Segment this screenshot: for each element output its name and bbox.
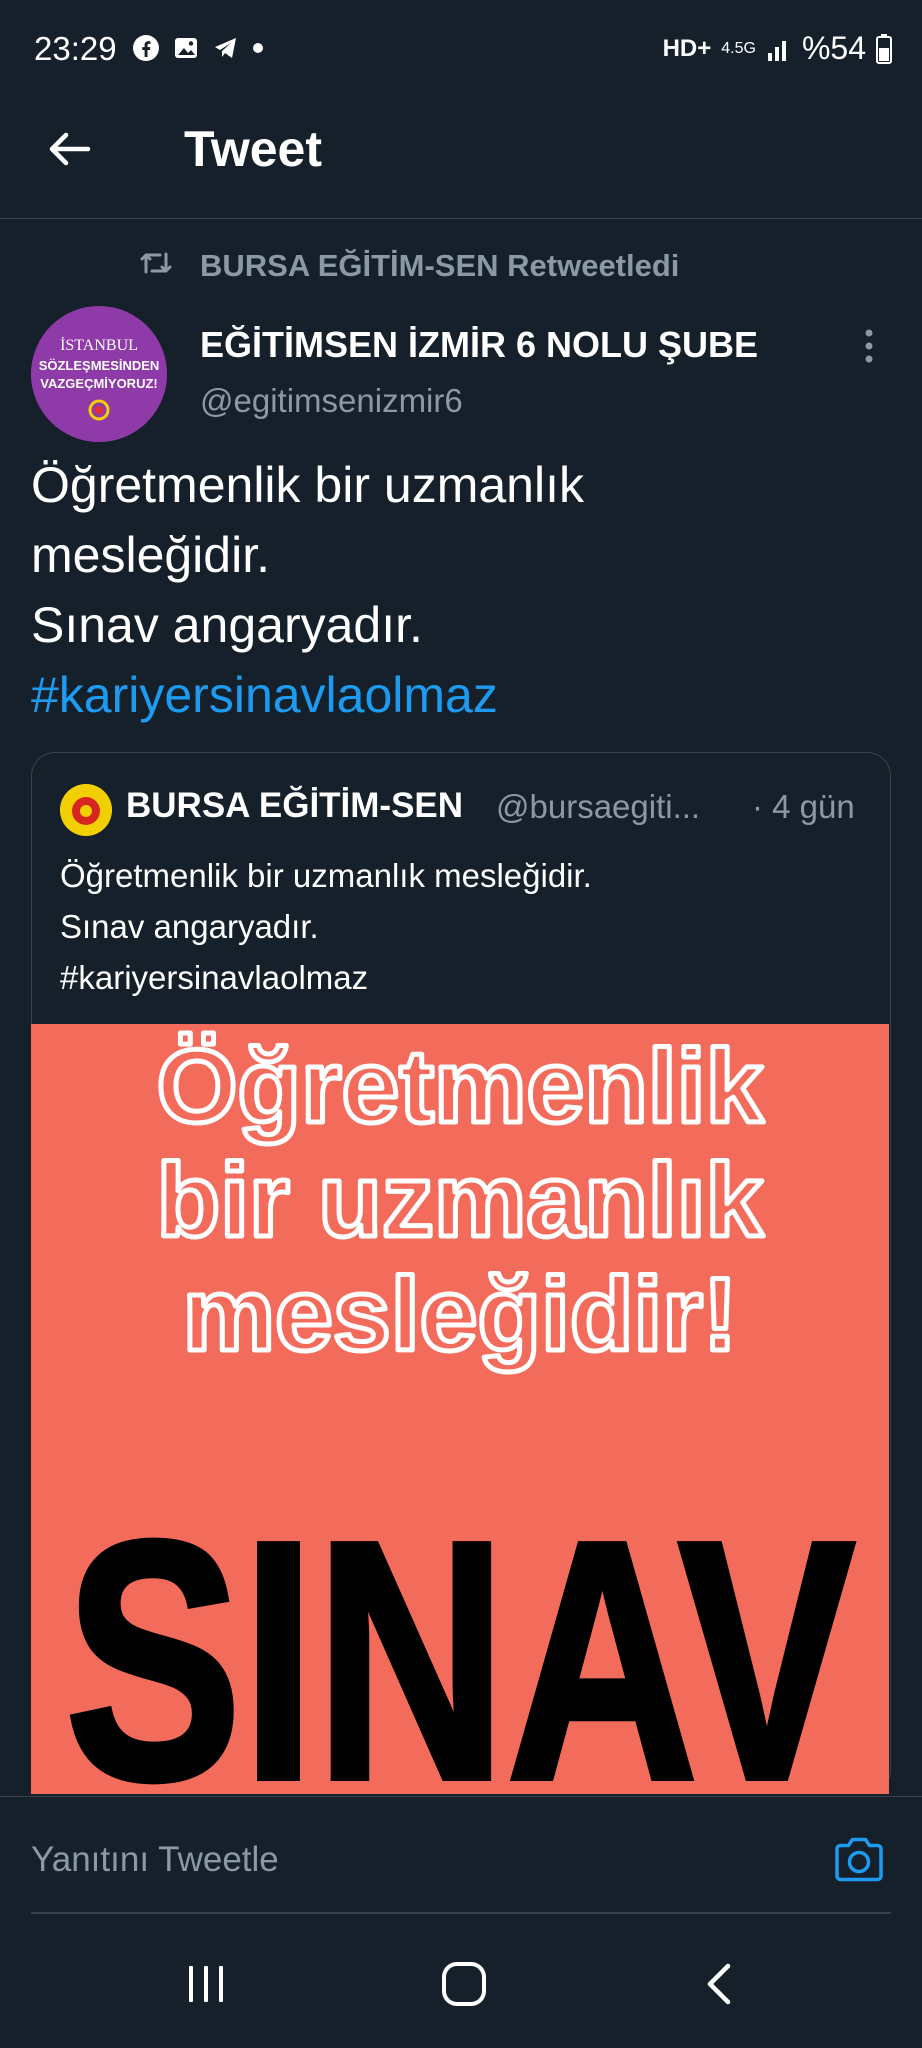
dot-icon [253,43,263,53]
more-options-icon[interactable] [862,328,876,364]
telegram-icon [215,38,236,58]
author-name[interactable]: EĞİTİMSEN İZMİR 6 NOLU ŞUBE [200,324,758,366]
camera-icon[interactable] [832,1834,886,1884]
quote-media-image[interactable]: Öğretmenlik bir uzmanlık mesleğidir! SIN… [31,1024,889,1794]
poster-line-3: mesleğidir! [183,1257,738,1373]
status-notification-icons [132,34,264,62]
avatar-text-3: VAZGEÇMİYORUZ! [40,376,157,391]
retweet-icon [140,252,172,274]
reply-input[interactable]: Yanıtını Tweetle [31,1840,279,1880]
app-header [0,100,922,219]
back-icon[interactable] [704,1960,734,2008]
quote-avatar-logo [60,784,112,836]
avatar-text-2: SÖZLEŞMESİNDEN [39,358,160,373]
avatar-logo: İSTANBUL SÖZLEŞMESİNDEN VAZGEÇMİYORUZ! [31,306,167,442]
status-system-icons: HD+ 4.5G %54 [663,30,892,67]
quote-line: Öğretmenlik bir uzmanlık mesleğidir. [60,857,592,894]
tweet-hashtag-link[interactable]: #kariyersinavlaolmaz [31,660,891,730]
tweet-body: Öğretmenlik bir uzmanlık mesleğidir. Sın… [31,450,891,730]
back-arrow-icon[interactable] [44,124,94,174]
poster-line-1: Öğretmenlik [157,1029,764,1145]
tweet-line: Öğretmenlik bir uzmanlık [31,457,584,513]
signal-icon [767,40,786,61]
recent-apps-icon[interactable] [184,1962,228,2006]
home-icon[interactable] [440,1960,488,2008]
quote-hashtag-link[interactable]: #kariyersinavlaolmaz [60,952,592,1003]
author-handle[interactable]: @egitimsenizmir6 [200,382,463,420]
battery-percent: %54 [801,30,866,66]
page-title: Tweet [184,121,322,177]
battery-icon [876,33,892,64]
avatar-text-1: İSTANBUL [60,336,138,354]
quote-line: Sınav angaryadır. [60,908,319,945]
tweet-line: Sınav angaryadır. [31,597,423,653]
author-avatar[interactable]: İSTANBUL SÖZLEŞMESİNDEN VAZGEÇMİYORUZ! [31,306,167,442]
gallery-icon [175,38,197,58]
quote-timestamp: · 4 gün [752,788,855,825]
facebook-icon [133,35,159,61]
network-type-label: 4.5G [721,39,756,57]
hd-voice-label: HD+ [662,34,712,62]
status-time: 23:29 [34,30,117,67]
tweet-line: mesleğidir. [31,527,270,583]
quote-author-avatar[interactable] [60,784,112,836]
quote-body: Öğretmenlik bir uzmanlık mesleğidir. Sın… [60,850,592,1003]
quote-author-handle[interactable]: @bursaegiti... [496,788,700,826]
poster-line-4: SINAV [65,1471,856,1794]
quote-author-name[interactable]: BURSA EĞİTİM-SEN [126,786,463,826]
poster-line-2: bir uzmanlık [157,1143,764,1259]
poster-graphic: Öğretmenlik bir uzmanlık mesleğidir! SIN… [31,1024,889,1794]
retweeted-by-label[interactable]: BURSA EĞİTİM-SEN Retweetledi [200,248,679,284]
